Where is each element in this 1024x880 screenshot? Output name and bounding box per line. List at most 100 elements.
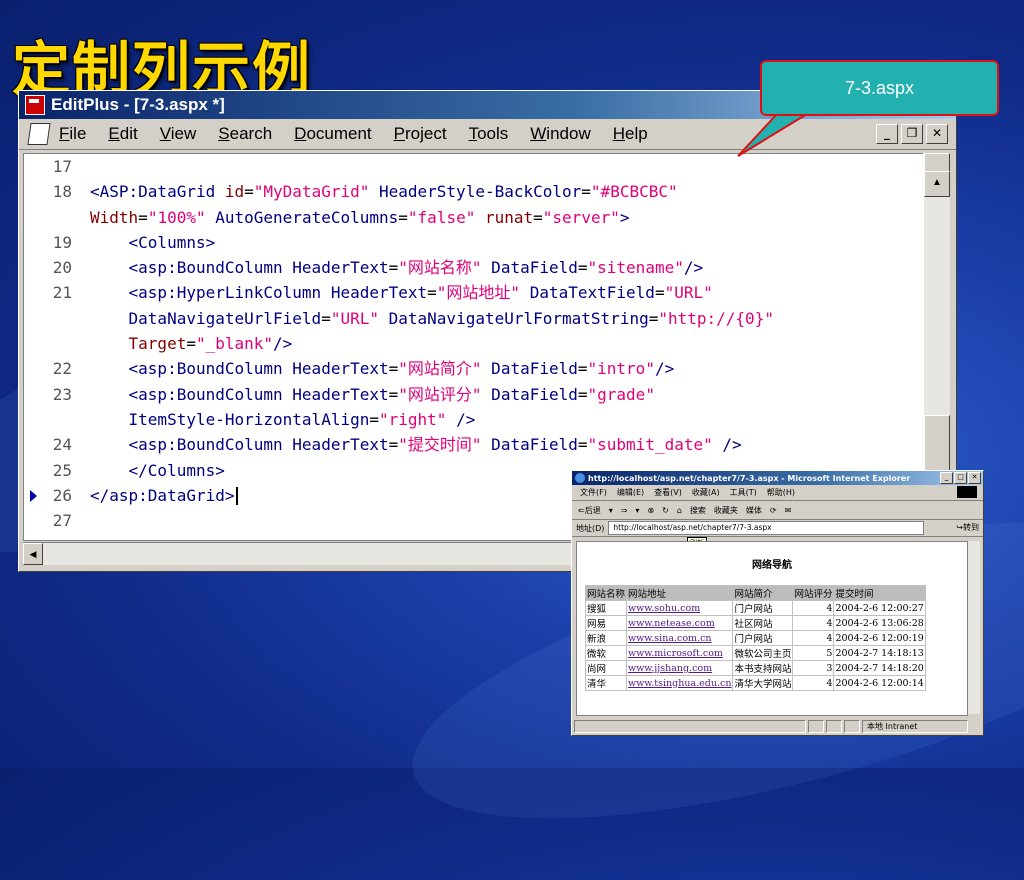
menu-help[interactable]: Help <box>613 124 648 143</box>
column-header: 网站简介 <box>732 585 794 601</box>
code-line[interactable]: ItemStyle-HorizontalAlign="right" /> <box>24 407 924 432</box>
table-cell: 2004-2-7 14:18:20 <box>833 660 926 676</box>
table-cell: 微软公司主页 <box>732 645 794 661</box>
ie-toolbar-button[interactable]: ⌂ <box>677 506 682 515</box>
table-row: 搜狐 www.sohu.com 门户网站 4 2004-2-6 12:00:27 <box>584 600 926 616</box>
code-line[interactable]: 18 <ASP:DataGrid id="MyDataGrid" HeaderSt… <box>24 179 924 204</box>
code-text: <asp:HyperLinkColumn HeaderText="网站地址" D… <box>90 283 713 303</box>
menu-document[interactable]: Document <box>294 124 371 143</box>
table-cell: 网易 <box>584 615 628 631</box>
code-line[interactable]: 24 <asp:BoundColumn HeaderText="提交时间" Da… <box>24 432 924 457</box>
ie-menu-item[interactable]: 文件(F) <box>580 487 607 498</box>
scroll-left-arrow-icon[interactable]: ◀ <box>23 543 43 565</box>
table-cell: 2004-2-7 14:18:13 <box>833 645 926 661</box>
grade-cell: 5 <box>792 645 835 661</box>
ie-app-icon <box>575 473 585 483</box>
status-text-cell <box>574 719 806 733</box>
menu-edit[interactable]: Edit <box>108 124 137 143</box>
line-number: 24 <box>52 435 72 455</box>
status-cell <box>808 719 824 733</box>
table-cell: 2004-2-6 12:00:27 <box>833 600 926 616</box>
text-caret <box>235 487 238 506</box>
table-cell: 微软 <box>584 645 628 661</box>
ie-maximize-button[interactable]: □ <box>954 472 967 484</box>
menu-tools[interactable]: Tools <box>469 124 509 143</box>
address-input[interactable]: http://localhost/asp.net/chapter7/7-3.as… <box>608 521 925 535</box>
menu-project[interactable]: Project <box>394 124 447 143</box>
table-cell: 清华大学网站 <box>732 675 794 691</box>
scroll-up-arrow-icon[interactable]: ▲ <box>924 171 950 197</box>
ie-toolbar-button[interactable]: ⟳ <box>770 506 777 515</box>
code-text: <Columns> <box>90 232 216 252</box>
site-url-link[interactable]: www.microsoft.com <box>626 645 734 661</box>
ie-toolbar-button[interactable]: ⊗ <box>647 506 654 515</box>
line-number: 25 <box>52 460 72 480</box>
grade-cell: 4 <box>792 600 835 616</box>
site-url-link[interactable]: www.jjshang.com <box>626 660 734 676</box>
ie-menu-item[interactable]: 帮助(H) <box>767 487 795 498</box>
code-line[interactable]: 19 <Columns> <box>24 230 924 255</box>
ie-status-bar: 本地 Intranet <box>574 719 978 733</box>
line-number: 17 <box>52 157 72 176</box>
status-cell <box>844 719 860 733</box>
ie-vertical-scrollbar[interactable] <box>968 541 980 714</box>
windows-logo-icon <box>957 486 977 498</box>
table-header-row: 网站名称 网站地址 网站简介 网站评分 提交时间 <box>584 585 926 601</box>
address-label: 地址(D) <box>576 523 605 533</box>
code-line[interactable]: 20 <asp:BoundColumn HeaderText="网站名称" Da… <box>24 255 924 280</box>
code-text: </Columns> <box>90 460 225 480</box>
ie-toolbar-button[interactable]: 搜索 <box>690 505 706 516</box>
ie-toolbar-button[interactable]: ↻ <box>662 506 669 515</box>
column-header: 网站地址 <box>626 585 734 601</box>
code-text: <asp:BoundColumn HeaderText="网站评分" DataF… <box>90 384 655 404</box>
go-button[interactable]: ↪转到 <box>956 522 979 533</box>
menu-view[interactable]: View <box>160 124 197 143</box>
ie-toolbar-button[interactable]: ✉ <box>785 506 792 515</box>
code-line[interactable]: DataNavigateUrlField="URL" DataNavigateU… <box>24 306 924 331</box>
site-url-link[interactable]: www.sina.com.cn <box>626 630 734 646</box>
page-title: 网络导航 <box>752 560 792 571</box>
menu-search[interactable]: Search <box>218 124 272 143</box>
ie-toolbar-button[interactable]: ⇒ <box>621 506 628 515</box>
code-text: <asp:BoundColumn HeaderText="网站名称" DataF… <box>90 258 704 278</box>
ie-minimize-button[interactable]: _ <box>940 472 953 484</box>
ie-toolbar-button[interactable]: ⇐后退 <box>578 505 601 516</box>
ie-toolbar-button[interactable]: 收藏夹 <box>714 505 738 516</box>
line-number: 27 <box>52 511 72 531</box>
ie-close-button[interactable]: ✕ <box>968 472 981 484</box>
ie-address-bar: 地址(D) http://localhost/asp.net/chapter7/… <box>572 520 983 537</box>
ie-menu-item[interactable]: 收藏(A) <box>692 487 720 498</box>
ie-toolbar-button[interactable]: ▾ <box>635 506 639 515</box>
line-number: 19 <box>52 232 72 252</box>
table-cell: 2004-2-6 13:06:28 <box>833 615 926 631</box>
line-number: 22 <box>52 359 72 379</box>
ie-menu-item[interactable]: 查看(V) <box>654 487 682 498</box>
ie-toolbar-button[interactable]: ▾ <box>609 506 613 515</box>
code-line[interactable]: 21 <asp:HyperLinkColumn HeaderText="网站地址… <box>24 280 924 305</box>
code-line[interactable]: Width="100%" AutoGenerateColumns="false"… <box>24 205 924 230</box>
doc-restore-button[interactable]: ❐ <box>901 124 923 144</box>
line-number: 26 <box>52 485 72 505</box>
ie-menu-item[interactable]: 编辑(E) <box>617 487 644 498</box>
menu-file[interactable]: File <box>59 124 86 143</box>
callout-label: 7-3.aspx <box>760 60 999 116</box>
ie-toolbar-button[interactable]: 媒体 <box>746 505 762 516</box>
table-cell: 2004-2-6 12:00:14 <box>833 675 926 691</box>
site-url-link[interactable]: www.netease.com <box>626 615 734 631</box>
ie-title: http://localhost/asp.net/chapter7/7-3.as… <box>588 473 911 483</box>
ie-menu-item[interactable]: 工具(T) <box>730 487 757 498</box>
menu-window[interactable]: Window <box>530 124 590 143</box>
doc-close-button[interactable]: ✕ <box>926 124 948 144</box>
ie-page-content: 网络导航 网站名称 网站地址 网站简介 网站评分 提交时间 搜狐 www.sohu.com 门… <box>576 541 968 716</box>
site-url-link[interactable]: www.sohu.com <box>626 600 734 616</box>
table-cell: 尚网 <box>584 660 628 676</box>
site-table: 网站名称 网站地址 网站简介 网站评分 提交时间 搜狐 www.sohu.com 门户网站 4 2… <box>584 585 926 691</box>
doc-minimize-button[interactable]: _ <box>876 124 898 144</box>
site-url-link[interactable]: www.tsinghua.edu.cn <box>626 675 734 691</box>
table-cell: 清华 <box>584 675 628 691</box>
code-line[interactable]: 22 <asp:BoundColumn HeaderText="网站简介" Da… <box>24 356 924 381</box>
table-cell: 本书支持网站 <box>732 660 794 676</box>
code-line[interactable]: 23 <asp:BoundColumn HeaderText="网站评分" Da… <box>24 382 924 407</box>
ie-menubar: 文件(F) 编辑(E) 查看(V) 收藏(A) 工具(T) 帮助(H) <box>572 485 983 501</box>
code-line[interactable]: Target="_blank"/> <box>24 331 924 356</box>
